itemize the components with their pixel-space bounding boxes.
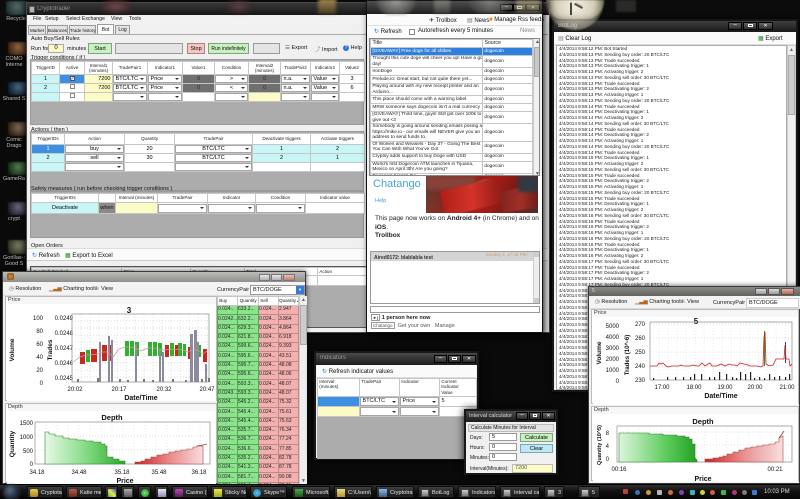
svg-text:0.0245: 0.0245 xyxy=(55,376,74,382)
svg-text:20: 20 xyxy=(36,368,43,374)
svg-text:1500: 1500 xyxy=(20,421,34,427)
svg-text:20:00: 20:00 xyxy=(747,385,763,391)
svg-text:5000: 5000 xyxy=(606,324,620,330)
svg-text:35.48: 35.48 xyxy=(151,470,167,476)
svg-text:20:47: 20:47 xyxy=(199,387,215,393)
svg-text:0.0246: 0.0246 xyxy=(55,361,74,367)
svg-text:20:32: 20:32 xyxy=(156,387,172,393)
svg-text:3: 3 xyxy=(127,306,132,315)
svg-text:Date/Time: Date/Time xyxy=(704,393,737,400)
svg-text:0.0249: 0.0249 xyxy=(55,316,74,322)
svg-text:Trades (10^-6): Trades (10^-6) xyxy=(625,335,631,376)
svg-text:270: 270 xyxy=(635,322,646,328)
svg-text:35.18: 35.18 xyxy=(114,470,130,476)
svg-text:250: 250 xyxy=(635,350,646,356)
svg-text:00:21: 00:21 xyxy=(767,467,783,473)
svg-text:260: 260 xyxy=(635,336,646,342)
svg-text:Trades: Trades xyxy=(47,339,54,360)
svg-text:34.48: 34.48 xyxy=(71,470,87,476)
svg-text:20:17: 20:17 xyxy=(111,387,127,393)
svg-text:19:00: 19:00 xyxy=(717,385,733,391)
svg-text:40: 40 xyxy=(36,355,43,361)
svg-text:20:02: 20:02 xyxy=(67,387,83,393)
svg-text:500: 500 xyxy=(23,449,34,455)
svg-text:2000: 2000 xyxy=(606,357,620,363)
svg-text:Quantity (10^5): Quantity (10^5) xyxy=(597,425,603,465)
svg-text:0.0247: 0.0247 xyxy=(55,346,74,352)
svg-text:80: 80 xyxy=(36,329,43,335)
svg-text:Quantity: Quantity xyxy=(9,430,16,457)
svg-text:00:16: 00:16 xyxy=(611,467,627,473)
svg-text:Price: Price xyxy=(694,476,711,482)
svg-text:1000: 1000 xyxy=(606,368,620,374)
svg-text:0.0248: 0.0248 xyxy=(55,331,74,337)
svg-text:1000: 1000 xyxy=(20,435,34,441)
svg-text:18:00: 18:00 xyxy=(686,385,702,391)
svg-text:Date/Time: Date/Time xyxy=(124,395,157,401)
svg-text:36.18: 36.18 xyxy=(191,470,207,476)
svg-text:Depth: Depth xyxy=(101,413,123,422)
svg-text:60: 60 xyxy=(36,342,43,348)
svg-text:21:00: 21:00 xyxy=(779,385,795,391)
svg-text:Volume: Volume xyxy=(9,338,16,361)
svg-text:3000: 3000 xyxy=(606,346,620,352)
svg-text:17:00: 17:00 xyxy=(654,385,670,391)
svg-text:100: 100 xyxy=(33,316,44,322)
svg-text:34.18: 34.18 xyxy=(29,470,45,476)
svg-text:5: 5 xyxy=(694,317,699,326)
svg-text:240: 240 xyxy=(635,364,646,370)
svg-text:4000: 4000 xyxy=(606,335,620,341)
svg-text:Volume: Volume xyxy=(596,341,603,364)
svg-text:230: 230 xyxy=(635,378,646,384)
svg-text:Depth: Depth xyxy=(692,417,714,426)
